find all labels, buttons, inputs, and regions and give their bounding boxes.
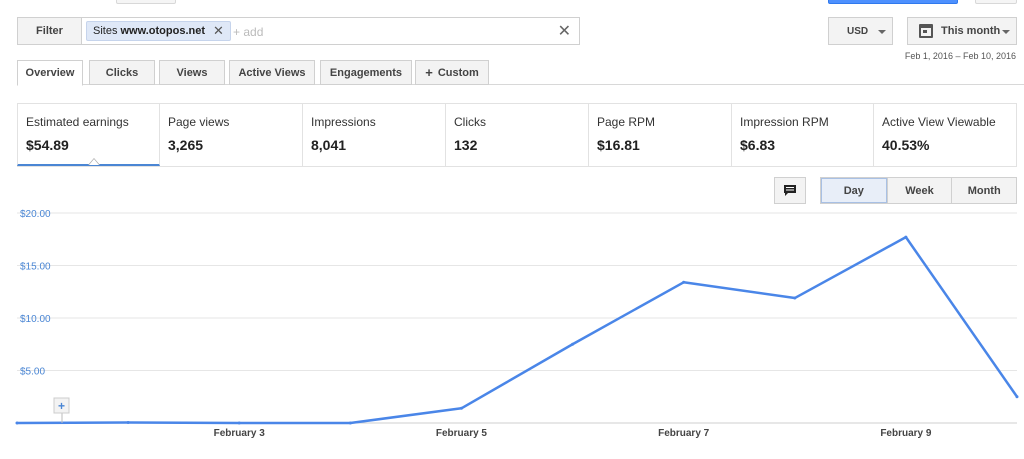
plus-icon: + — [58, 399, 65, 413]
kpi-label: Page views — [168, 115, 230, 129]
data-point — [1015, 395, 1019, 399]
data-point — [793, 296, 797, 300]
filter-button[interactable]: Filter — [18, 18, 82, 44]
kpi-label: Impressions — [311, 115, 376, 129]
kpi-page-views[interactable]: Page views 3,265 — [160, 104, 303, 166]
chip-value: www.otopos.net — [120, 25, 205, 37]
week-button[interactable]: Week — [886, 178, 952, 203]
kpi-value: 40.53% — [882, 137, 930, 153]
kpi-active-view-viewable[interactable]: Active View Viewable 40.53% — [874, 104, 1017, 166]
tab-active-views[interactable]: Active Views — [229, 60, 315, 85]
clear-filter-icon[interactable]: ✕ — [558, 21, 571, 41]
y-tick-label: $10.00 — [20, 314, 51, 325]
add-filter-input[interactable] — [233, 23, 533, 41]
data-point — [682, 280, 686, 284]
day-button[interactable]: Day — [821, 178, 887, 203]
x-tick-label: February 7 — [658, 428, 710, 439]
kpi-impressions[interactable]: Impressions 8,041 — [303, 104, 446, 166]
kpi-value: 132 — [454, 137, 478, 153]
kpi-label: Estimated earnings — [26, 115, 129, 129]
currency-label: USD — [847, 25, 869, 37]
data-point — [459, 406, 463, 410]
currency-dropdown[interactable]: USD — [828, 17, 893, 45]
tab-overview[interactable]: Overview — [17, 60, 83, 86]
chevron-down-icon — [878, 30, 886, 34]
x-tick-label: February 3 — [214, 428, 266, 439]
plus-icon: + — [425, 65, 433, 80]
chip-remove-icon[interactable]: ✕ — [213, 23, 224, 39]
data-point — [904, 235, 908, 239]
kpi-value: $54.89 — [26, 137, 69, 153]
x-tick-label: February 9 — [880, 428, 932, 439]
calendar-icon — [919, 24, 933, 38]
y-tick-label: $20.00 — [20, 209, 51, 220]
tab-views[interactable]: Views — [159, 60, 225, 85]
top-primary-button-stub[interactable] — [828, 0, 958, 4]
chevron-down-icon — [1002, 30, 1010, 34]
tab-custom-label: Custom — [437, 66, 479, 79]
granularity-toggle: Day Week Month — [820, 177, 1017, 204]
kpi-value: $6.83 — [740, 137, 776, 153]
top-button-stub-right[interactable] — [975, 0, 1017, 4]
kpi-clicks[interactable]: Clicks 132 — [446, 104, 589, 166]
kpi-label: Impression RPM — [740, 115, 829, 129]
data-point — [126, 420, 130, 424]
kpi-estimated-earnings[interactable]: Estimated earnings $54.89 — [17, 104, 160, 166]
kpi-label: Clicks — [454, 115, 486, 129]
data-point — [348, 421, 352, 425]
x-tick-label: February 5 — [436, 428, 488, 439]
tab-engagements[interactable]: Engagements — [320, 60, 412, 85]
kpi-impression-rpm[interactable]: Impression RPM $6.83 — [732, 104, 874, 166]
filter-bar: Filter Sites www.otopos.net ✕ ✕ — [17, 17, 580, 45]
site-filter-chip[interactable]: Sites www.otopos.net ✕ — [86, 21, 231, 41]
tab-custom[interactable]: + Custom — [415, 60, 489, 85]
y-tick-label: $15.00 — [20, 262, 51, 273]
kpi-value: 8,041 — [311, 137, 347, 153]
data-point — [15, 421, 19, 425]
annotation-button[interactable] — [774, 177, 806, 204]
chip-prefix: Sites — [93, 25, 118, 37]
selected-indicator — [88, 158, 100, 165]
top-button-stub[interactable] — [116, 0, 176, 4]
kpi-value: $16.81 — [597, 137, 640, 153]
tab-clicks[interactable]: Clicks — [89, 60, 155, 85]
date-range-dropdown[interactable]: This month — [907, 17, 1017, 45]
kpi-label: Page RPM — [597, 115, 656, 129]
month-button[interactable]: Month — [951, 178, 1017, 203]
date-range-text: Feb 1, 2016 – Feb 10, 2016 — [904, 51, 1016, 61]
kpi-value: 3,265 — [168, 137, 204, 153]
y-tick-label: $5.00 — [20, 367, 45, 378]
data-point — [571, 342, 575, 346]
comment-icon — [784, 185, 796, 196]
earnings-line-chart: $5.00 $10.00 $15.00 $20.00 February 3 Februar… — [15, 209, 1019, 439]
date-preset-label: This month — [941, 25, 1001, 37]
kpi-label: Active View Viewable — [882, 115, 996, 129]
data-point — [237, 421, 241, 425]
kpi-page-rpm[interactable]: Page RPM $16.81 — [589, 104, 732, 166]
kpi-row: Estimated earnings $54.89 Page views 3,2… — [17, 103, 1017, 167]
